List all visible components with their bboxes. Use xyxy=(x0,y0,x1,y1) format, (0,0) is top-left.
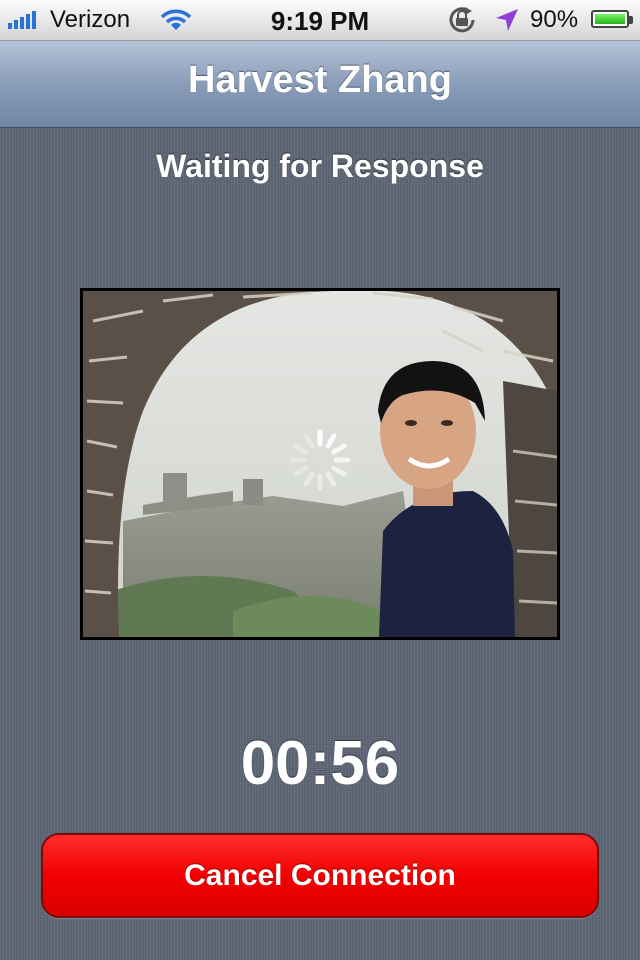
cancel-connection-button[interactable]: Cancel Connection xyxy=(41,833,599,918)
cancel-button-label: Cancel Connection xyxy=(184,858,456,892)
loading-spinner-icon xyxy=(288,428,352,492)
status-bar: Verizon 9:19 PM 90% xyxy=(0,0,640,41)
battery-icon xyxy=(591,10,633,28)
battery-percent: 90% xyxy=(530,6,579,33)
battery-fill xyxy=(595,14,625,24)
contact-photo-frame xyxy=(80,288,560,640)
call-screen: Waiting for Response 00:56 Cancel Connec… xyxy=(0,128,640,960)
contact-photo xyxy=(83,291,557,637)
call-timer: 00:56 xyxy=(240,729,400,798)
rotation-lock-icon xyxy=(447,7,477,40)
contact-name-title: Harvest Zhang xyxy=(188,59,452,101)
location-icon xyxy=(494,7,520,40)
call-status-text: Waiting for Response xyxy=(156,148,484,184)
navigation-bar: Harvest Zhang xyxy=(0,41,640,128)
